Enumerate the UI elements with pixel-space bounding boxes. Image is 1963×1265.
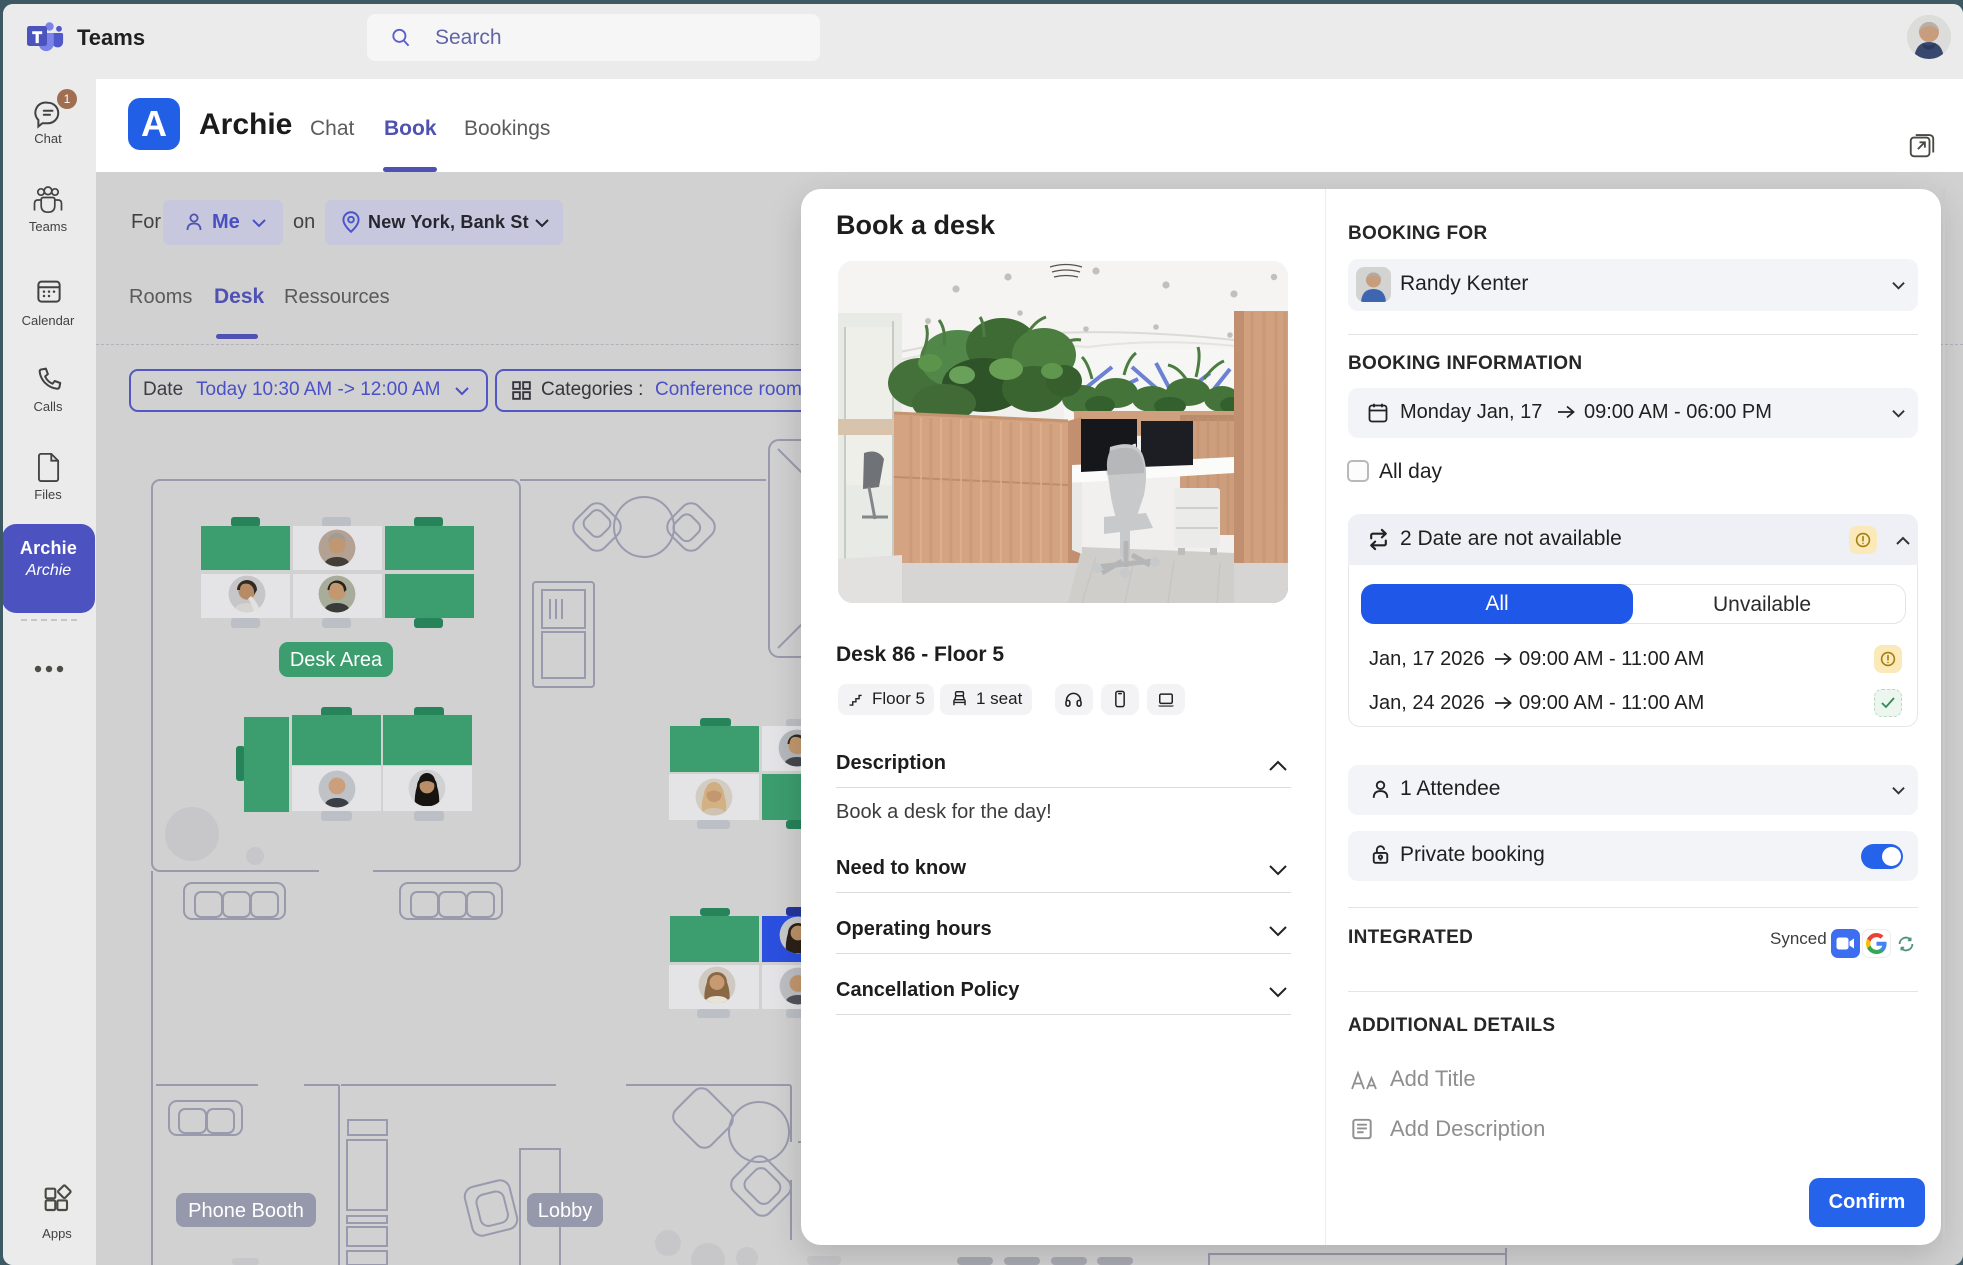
svg-text:Lobby: Lobby — [538, 1200, 593, 1222]
svg-text:Phone Booth: Phone Booth — [188, 1200, 304, 1222]
svg-text:Desk Area: Desk Area — [290, 649, 383, 671]
